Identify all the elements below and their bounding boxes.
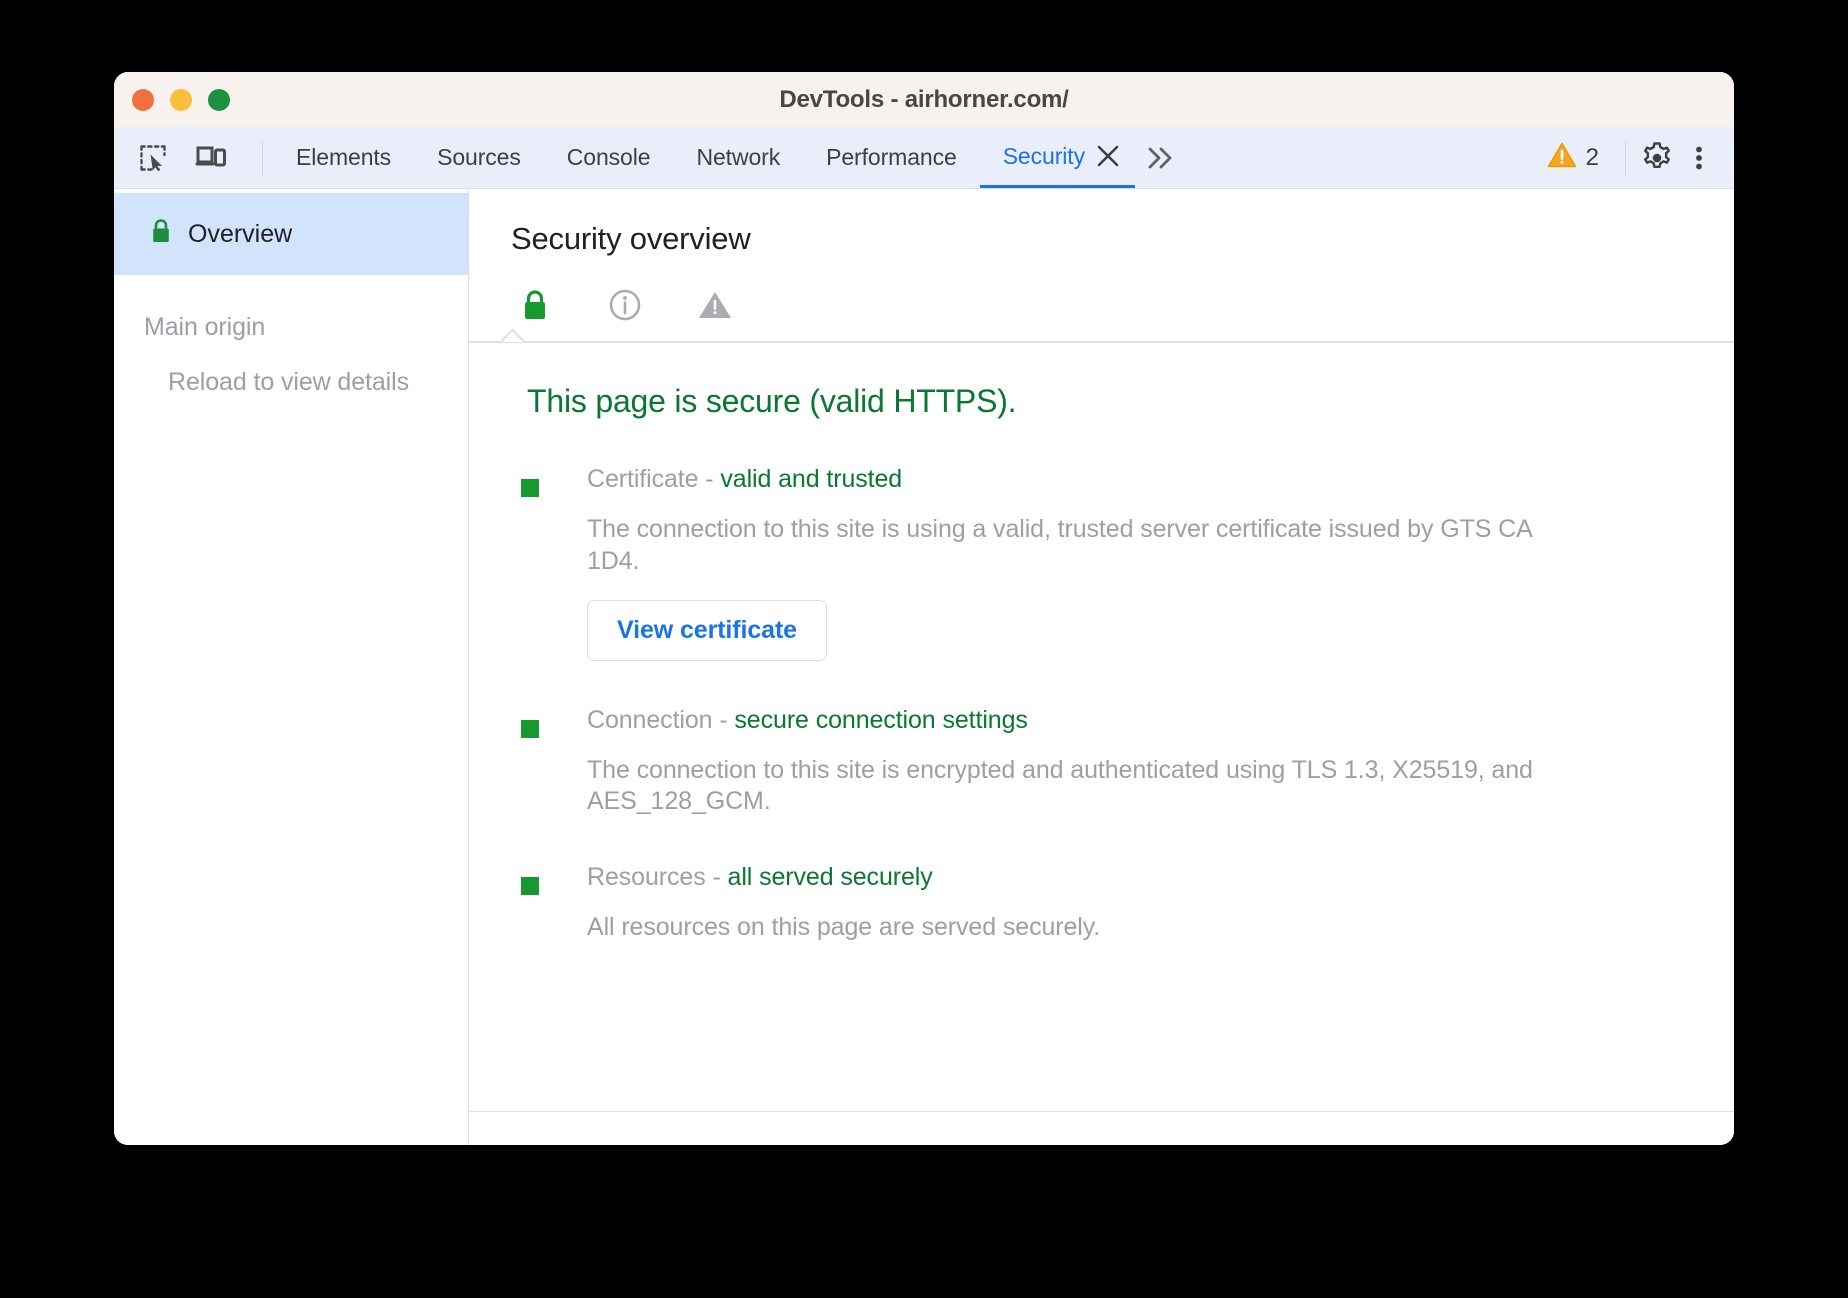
security-sidebar: Overview Main origin Reload to view deta… [114,189,469,1145]
close-window-button[interactable] [132,89,154,111]
selected-icon-pointer [499,328,525,342]
tab-bar-right-tools: 2 [1535,127,1734,188]
section-connection-description: The connection to this site is encrypted… [587,755,1589,819]
section-certificate-label: Certificate - [587,465,720,493]
section-resources-label: Resources - [587,863,728,891]
maximize-window-button[interactable] [208,89,230,111]
warning-triangle-icon[interactable] [697,287,733,323]
status-bullet [521,479,539,497]
three-dot-menu-icon[interactable] [1678,137,1720,179]
warning-badge[interactable]: 2 [1535,141,1611,174]
section-connection-label: Connection - [587,706,734,734]
security-content: This page is secure (valid HTTPS). Certi… [469,343,1734,944]
devtools-window: DevTools - airhorner.com/ [114,72,1734,1145]
security-main-panel: Security overview [469,189,1734,1145]
tab-elements[interactable]: Elements [273,127,414,188]
gear-icon[interactable] [1636,137,1678,179]
close-icon[interactable] [1095,127,1135,188]
sidebar-item-overview[interactable]: Overview [114,193,468,275]
traffic-lights [132,89,230,111]
section-resources-state: all served securely [728,863,933,891]
section-certificate-state: valid and trusted [720,465,902,493]
sidebar-item-overview-label: Overview [188,220,292,249]
section-resources: Resources - all served securely All reso… [515,863,1734,944]
inspect-element-icon[interactable] [132,137,174,179]
tab-sources[interactable]: Sources [414,127,544,188]
security-headline: This page is secure (valid HTTPS). [515,383,1734,420]
tab-performance[interactable]: Performance [803,127,980,188]
info-circle-icon[interactable] [607,287,643,323]
section-connection-title: Connection - secure connection settings [587,706,1734,735]
sidebar-reload-hint: Reload to view details [114,342,468,397]
page-title: Security overview [511,221,1734,257]
window-title: DevTools - airhorner.com/ [114,86,1734,114]
section-body: Connection - secure connection settings … [587,706,1734,819]
lock-icon [150,218,172,251]
section-certificate-title: Certificate - valid and trusted [587,465,1734,494]
devtools-tab-bar: Elements Sources Console Network Perform… [114,127,1734,189]
tab-security[interactable]: Security [980,127,1095,188]
minimize-window-button[interactable] [170,89,192,111]
tab-console[interactable]: Console [544,127,674,188]
content-bottom-divider [469,1111,1734,1112]
tab-list: Elements Sources Console Network Perform… [273,127,1187,188]
title-bar: DevTools - airhorner.com/ [114,72,1734,127]
status-bullet [521,877,539,895]
device-toolbar-icon[interactable] [190,137,232,179]
status-bullet [521,720,539,738]
chevron-double-right-icon[interactable] [1135,127,1187,188]
sidebar-group-main-origin: Main origin [114,275,468,342]
section-connection-state: secure connection settings [734,706,1027,734]
devtools-body: Overview Main origin Reload to view deta… [114,189,1734,1145]
section-certificate-description: The connection to this site is using a v… [587,514,1589,578]
section-body: Certificate - valid and trusted The conn… [587,465,1734,661]
main-header: Security overview [469,189,1734,257]
toolbar-divider-right [1625,140,1626,175]
tab-bar-left-tools [114,127,273,188]
warning-count: 2 [1586,144,1599,172]
section-body: Resources - all served securely All reso… [587,863,1734,944]
summary-icon-row [469,257,1734,323]
tab-network[interactable]: Network [673,127,803,188]
view-certificate-button[interactable]: View certificate [587,600,827,661]
section-resources-title: Resources - all served securely [587,863,1734,892]
section-resources-description: All resources on this page are served se… [587,912,1589,944]
toolbar-divider [262,140,263,175]
lock-icon[interactable] [517,287,553,323]
warning-triangle-icon [1547,141,1577,174]
section-connection: Connection - secure connection settings … [515,706,1734,819]
section-certificate: Certificate - valid and trusted The conn… [515,465,1734,661]
panel-divider [469,341,1734,343]
